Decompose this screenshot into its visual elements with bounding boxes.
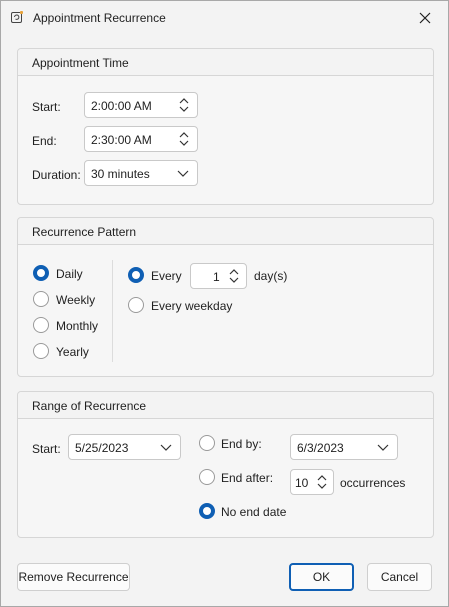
title-bar: Appointment Recurrence [1,1,448,35]
end-by-date-picker[interactable]: 6/3/2023 [290,434,398,460]
radio-daily[interactable] [33,265,49,281]
spin-arrows-icon[interactable] [177,129,191,149]
spin-arrows-icon[interactable] [315,472,329,492]
chevron-down-icon [377,444,389,451]
duration-value: 30 minutes [91,167,150,181]
radio-every-weekday[interactable] [128,297,144,313]
radio-end-by[interactable] [199,435,215,451]
range-of-recurrence-group: Range of Recurrence Start: 5/25/2023 End… [17,391,434,538]
divider [112,260,113,362]
chevron-down-icon [160,444,172,451]
group-title: Recurrence Pattern [32,225,137,239]
range-start-date-picker[interactable]: 5/25/2023 [68,434,181,460]
weekly-label: Weekly [56,293,96,307]
group-header: Appointment Time [18,49,433,76]
group-header: Recurrence Pattern [18,218,433,245]
radio-monthly[interactable] [33,317,49,333]
radio-end-after[interactable] [199,469,215,485]
end-by-label: End by: [221,437,262,451]
remove-recurrence-button[interactable]: Remove Recurrence [17,563,130,591]
spin-arrows-icon[interactable] [227,266,241,286]
end-after-label: End after: [221,471,274,485]
start-time-value: 2:00:00 AM [91,99,152,113]
close-button[interactable] [411,5,439,31]
window-title: Appointment Recurrence [33,11,166,25]
appointment-recurrence-dialog: Appointment Recurrence Appointment Time … [0,0,449,607]
cancel-button[interactable]: Cancel [367,563,432,591]
start-label: Start: [32,100,61,114]
range-start-label: Start: [32,442,61,456]
yearly-label: Yearly [56,345,89,359]
range-start-value: 5/25/2023 [75,441,129,455]
every-label: Every [151,269,182,283]
end-time-value: 2:30:00 AM [91,133,152,147]
recurrence-pattern-group: Recurrence Pattern Daily Weekly Monthly … [17,217,434,377]
radio-weekly[interactable] [33,291,49,307]
daily-label: Daily [56,267,83,281]
start-time-field[interactable]: 2:00:00 AM [84,92,198,118]
spin-arrows-icon[interactable] [177,95,191,115]
end-after-stepper[interactable]: 10 [290,469,334,495]
radio-yearly[interactable] [33,343,49,359]
recurrence-icon [11,10,24,23]
no-end-date-label: No end date [221,505,287,519]
end-time-field[interactable]: 2:30:00 AM [84,126,198,152]
monthly-label: Monthly [56,319,99,333]
group-title: Appointment Time [32,56,129,70]
chevron-down-icon [177,170,189,177]
end-by-value: 6/3/2023 [297,441,344,455]
group-header: Range of Recurrence [18,392,433,419]
group-title: Range of Recurrence [32,399,147,413]
close-icon [419,12,431,24]
ok-button[interactable]: OK [289,563,354,591]
end-label: End: [32,134,57,148]
radio-no-end-date[interactable] [199,503,215,519]
every-weekday-label: Every weekday [151,299,233,313]
duration-label: Duration: [32,168,81,182]
duration-dropdown[interactable]: 30 minutes [84,160,198,186]
end-after-value: 10 [295,476,309,490]
appointment-time-group: Appointment Time Start: 2:00:00 AM End: … [17,48,434,205]
radio-every[interactable] [128,267,144,283]
every-days-value: 1 [213,270,220,284]
days-unit-label: day(s) [254,269,288,283]
every-days-stepper[interactable]: 1 [190,263,247,289]
occurrences-label: occurrences [340,476,406,490]
